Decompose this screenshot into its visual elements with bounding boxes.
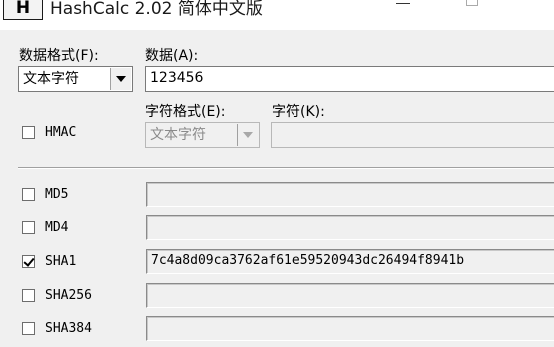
sha256-output[interactable] (146, 283, 554, 308)
sha1-value: 7c4a8d09ca3762af61e59520943dc26494f8941b (151, 253, 465, 268)
separator (18, 167, 554, 169)
hmac-label: HMAC (45, 125, 77, 140)
sha384-output[interactable] (146, 316, 554, 341)
window-title: HashCalc 2.02 简体中文版 (50, 0, 263, 19)
sha384-label: SHA384 (45, 321, 92, 336)
sha256-label: SHA256 (45, 288, 92, 303)
sha1-checkbox[interactable] (22, 255, 35, 268)
md4-checkbox[interactable] (22, 221, 35, 234)
chevron-down-icon[interactable] (237, 124, 258, 146)
md5-output[interactable] (146, 182, 554, 207)
md4-output[interactable] (146, 215, 554, 240)
data-input[interactable]: 123456 (145, 66, 554, 92)
data-label: 数据(A): (145, 48, 199, 64)
data-format-value: 文本字符 (23, 71, 79, 87)
sha256-checkbox[interactable] (22, 289, 35, 302)
md5-checkbox[interactable] (22, 188, 35, 201)
app-icon: H (3, 0, 43, 20)
minimize-button[interactable] (380, 0, 426, 12)
sha1-output[interactable]: 7c4a8d09ca3762af61e59520943dc26494f8941b (146, 249, 554, 274)
maximize-button[interactable] (450, 0, 496, 12)
sha1-label: SHA1 (45, 254, 77, 269)
md4-label: MD4 (45, 220, 69, 235)
data-input-value: 123456 (150, 70, 204, 86)
key-input[interactable] (271, 122, 554, 148)
hmac-checkbox[interactable] (22, 126, 35, 139)
chevron-down-icon[interactable] (110, 68, 131, 90)
key-format-label: 字符格式(E): (145, 104, 226, 120)
data-format-label: 数据格式(F): (19, 48, 99, 64)
key-format-select[interactable]: 文本字符 (145, 122, 260, 148)
data-format-select[interactable]: 文本字符 (18, 66, 133, 92)
key-label: 字符(K): (272, 104, 325, 120)
sha384-checkbox[interactable] (22, 322, 35, 335)
key-format-value: 文本字符 (150, 127, 206, 143)
title-bar: H HashCalc 2.02 简体中文版 (0, 0, 554, 30)
md5-label: MD5 (45, 187, 69, 202)
